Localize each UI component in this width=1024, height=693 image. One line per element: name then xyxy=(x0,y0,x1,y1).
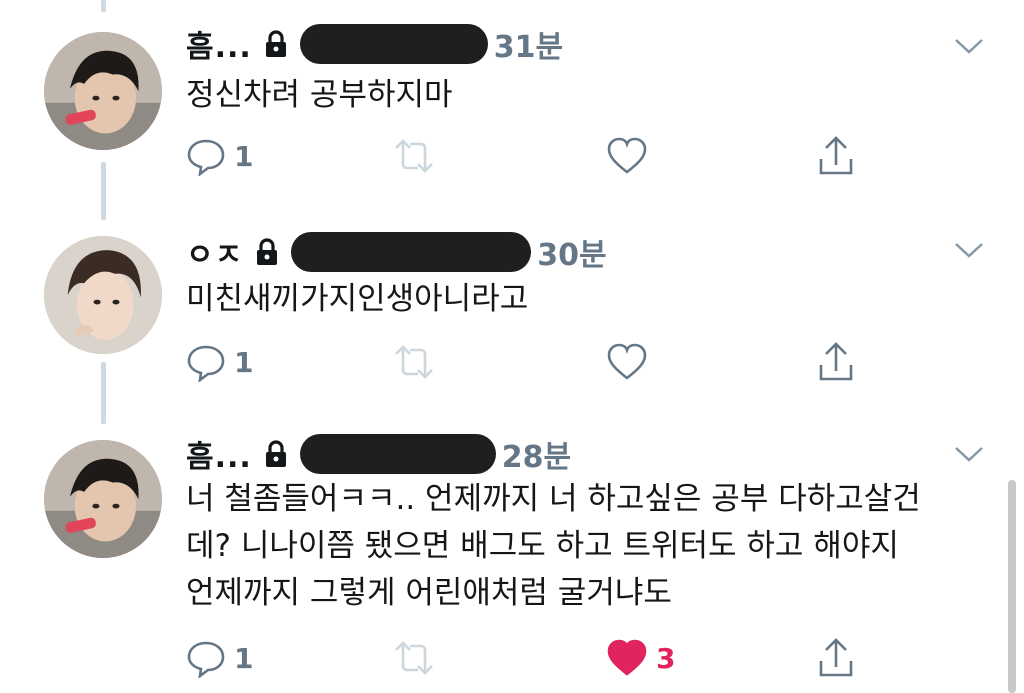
tweet-actions: 1 3 xyxy=(186,636,886,680)
reply-count: 1 xyxy=(234,139,254,173)
lock-icon xyxy=(255,238,279,266)
chevron-down-icon[interactable] xyxy=(953,240,985,260)
reply-icon xyxy=(187,345,225,382)
share-icon xyxy=(819,638,853,677)
heart-icon xyxy=(607,639,647,676)
display-name[interactable]: 흠... xyxy=(186,432,252,476)
avatar[interactable] xyxy=(44,440,162,558)
display-name[interactable]: 흠... xyxy=(186,22,252,66)
chevron-down-icon[interactable] xyxy=(953,444,985,464)
tweet-header: 흠... 31분 xyxy=(186,22,563,66)
tweet-actions: 1 xyxy=(186,134,886,178)
like-button[interactable] xyxy=(606,134,656,178)
reply-icon xyxy=(187,641,225,678)
reply-count: 1 xyxy=(234,345,254,379)
tweet[interactable]: 흠... 31분 정신차려 공부하지마 1 xyxy=(0,0,1024,210)
share-button[interactable] xyxy=(816,134,856,178)
retweet-icon xyxy=(395,139,433,173)
tweet-text: 정신차려 공부하지마 xyxy=(186,77,453,113)
share-icon xyxy=(819,136,853,175)
tweet[interactable]: 흠... 28분 너 철좀들어ㅋㅋ.. 언제까지 너 하고싶은 공부 다하고살건… xyxy=(0,424,1024,693)
retweet-button[interactable] xyxy=(392,340,436,384)
timestamp[interactable]: 31분 xyxy=(494,22,563,66)
share-icon xyxy=(819,342,853,381)
redacted-handle xyxy=(291,232,532,272)
timestamp[interactable]: 28분 xyxy=(502,432,571,476)
heart-icon xyxy=(607,343,647,380)
display-name[interactable]: ㅇㅈ xyxy=(186,230,243,274)
share-button[interactable] xyxy=(816,636,856,680)
avatar[interactable] xyxy=(44,236,162,354)
reply-count: 1 xyxy=(234,641,254,675)
tweet[interactable]: ㅇㅈ 30분 미친새끼가지인생아니라고 1 xyxy=(0,210,1024,424)
reply-button[interactable]: 1 xyxy=(186,340,253,384)
retweet-icon xyxy=(395,345,433,379)
lock-icon xyxy=(264,440,288,468)
like-button[interactable]: 3 xyxy=(606,636,675,680)
timestamp[interactable]: 30분 xyxy=(537,230,606,274)
like-count: 3 xyxy=(656,641,676,675)
reply-icon xyxy=(187,139,225,176)
share-button[interactable] xyxy=(816,340,856,384)
lock-icon xyxy=(264,30,288,58)
avatar[interactable] xyxy=(44,32,162,150)
tweet-text: 너 철좀들어ㅋㅋ.. 언제까지 너 하고싶은 공부 다하고살건 데? 니나이쯤 … xyxy=(186,481,921,611)
reply-button[interactable]: 1 xyxy=(186,134,253,178)
chevron-down-icon[interactable] xyxy=(953,36,985,56)
reply-button[interactable]: 1 xyxy=(186,636,253,680)
scrollbar[interactable] xyxy=(1008,480,1016,693)
tweet-actions: 1 xyxy=(186,340,886,384)
redacted-handle xyxy=(299,434,496,474)
retweet-button[interactable] xyxy=(392,636,436,680)
tweet-header: 흠... 28분 xyxy=(186,432,571,476)
redacted-handle xyxy=(299,24,488,64)
retweet-icon xyxy=(395,641,433,675)
tweet-header: ㅇㅈ 30분 xyxy=(186,230,607,274)
heart-icon xyxy=(607,137,647,174)
retweet-button[interactable] xyxy=(392,134,436,178)
tweet-text: 미친새끼가지인생아니라고 xyxy=(186,281,529,317)
like-button[interactable] xyxy=(606,340,656,384)
